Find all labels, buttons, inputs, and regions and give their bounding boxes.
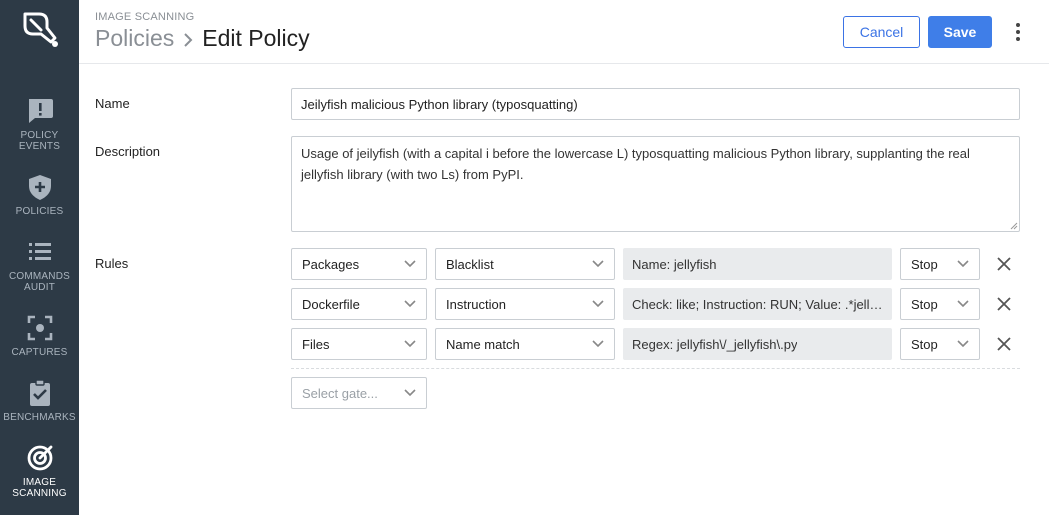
- description-label: Description: [95, 144, 161, 159]
- more-options-icon[interactable]: [1009, 20, 1027, 44]
- rule-action-value: Stop: [911, 256, 938, 272]
- sidebar-item-image-scanning[interactable]: IMAGE SCANNING: [0, 443, 79, 499]
- rule-params[interactable]: Check: like; Instruction: RUN; Value: .*…: [623, 288, 892, 320]
- chevron-down-icon: [957, 260, 969, 268]
- rule-trigger-value: Name match: [446, 336, 520, 352]
- chevron-down-icon: [592, 300, 604, 308]
- list-icon: [28, 243, 51, 260]
- name-label: Name: [95, 96, 130, 111]
- rule-params[interactable]: Name: jellyfish: [623, 248, 892, 280]
- sidebar-item-policies[interactable]: POLICIES: [0, 172, 79, 217]
- section-label: IMAGE SCANNING: [95, 11, 195, 23]
- chevron-down-icon: [957, 340, 969, 348]
- description-field-value: Usage of jeilyfish (with a capital i bef…: [301, 146, 970, 182]
- sidebar-item-captures[interactable]: CAPTURES: [0, 313, 79, 358]
- sidebar-item-label: CAPTURES: [11, 347, 68, 358]
- rule-action-value: Stop: [911, 296, 938, 312]
- sidebar: POLICY EVENTS POLICIES COMMANDS AUDIT CA…: [0, 0, 79, 515]
- chevron-down-icon: [404, 260, 416, 268]
- rule-params-value: Name: jellyfish: [632, 256, 717, 272]
- sidebar-item-label: COMMANDS AUDIT: [8, 271, 71, 293]
- rule-gate-value: Dockerfile: [302, 296, 360, 312]
- page-header: IMAGE SCANNING Policies Edit Policy Cance…: [79, 0, 1049, 64]
- rule-params-value: Check: like; Instruction: RUN; Value: .*…: [632, 296, 883, 312]
- breadcrumb-policies-link[interactable]: Policies: [95, 25, 174, 51]
- sidebar-item-label: IMAGE SCANNING: [12, 477, 67, 499]
- rule-trigger-value: Instruction: [446, 296, 506, 312]
- rule-action-value: Stop: [911, 336, 938, 352]
- rule-gate-select[interactable]: Dockerfile: [291, 288, 427, 320]
- select-gate-dropdown[interactable]: Select gate...: [291, 377, 427, 409]
- page-title: Edit Policy: [202, 25, 310, 51]
- save-button[interactable]: Save: [928, 16, 992, 48]
- rule-gate-select[interactable]: Packages: [291, 248, 427, 280]
- rule-action-select[interactable]: Stop: [900, 328, 980, 360]
- alert-bubble-icon: [28, 99, 53, 123]
- description-field[interactable]: Usage of jeilyfish (with a capital i bef…: [291, 136, 1020, 232]
- rule-trigger-select[interactable]: Name match: [435, 328, 615, 360]
- capture-icon: [27, 315, 52, 341]
- resize-handle-icon[interactable]: [1010, 222, 1018, 230]
- select-gate-placeholder: Select gate...: [302, 385, 378, 401]
- remove-rule-icon[interactable]: [996, 256, 1012, 272]
- rule-gate-value: Packages: [302, 256, 360, 272]
- sidebar-item-label: POLICY EVENTS: [18, 130, 61, 152]
- chevron-down-icon: [404, 340, 416, 348]
- clipboard-check-icon: [29, 379, 50, 406]
- chevron-down-icon: [957, 300, 969, 308]
- sidebar-item-label: POLICIES: [15, 206, 64, 217]
- rule-params[interactable]: Regex: jellyfish\/_jellyfish\.py: [623, 328, 892, 360]
- sidebar-item-benchmarks[interactable]: BENCHMARKS: [0, 378, 79, 423]
- chevron-down-icon: [404, 389, 416, 397]
- rules-label: Rules: [95, 256, 129, 271]
- shield-icon: [28, 175, 51, 200]
- sidebar-item-policy-events[interactable]: POLICY EVENTS: [0, 96, 79, 152]
- sidebar-item-commands-audit[interactable]: COMMANDS AUDIT: [0, 237, 79, 293]
- rule-action-select[interactable]: Stop: [900, 288, 980, 320]
- rule-trigger-select[interactable]: Blacklist: [435, 248, 615, 280]
- name-field[interactable]: Jeilyfish malicious Python library (typo…: [291, 88, 1020, 120]
- remove-rule-icon[interactable]: [996, 296, 1012, 312]
- sidebar-item-label: BENCHMARKS: [3, 412, 76, 423]
- remove-rule-icon[interactable]: [996, 336, 1012, 352]
- rule-params-value: Regex: jellyfish\/_jellyfish\.py: [632, 336, 798, 352]
- rule-trigger-select[interactable]: Instruction: [435, 288, 615, 320]
- rule-action-select[interactable]: Stop: [900, 248, 980, 280]
- scan-icon: [27, 445, 52, 471]
- name-field-value: Jeilyfish malicious Python library (typo…: [301, 96, 578, 112]
- chevron-down-icon: [592, 340, 604, 348]
- chevron-down-icon: [592, 260, 604, 268]
- rules-divider: [291, 368, 1020, 369]
- breadcrumb: Policies Edit Policy: [95, 24, 310, 52]
- rule-trigger-value: Blacklist: [446, 256, 494, 272]
- chevron-right-icon: [184, 33, 193, 47]
- logo-icon[interactable]: [17, 8, 61, 52]
- rule-gate-value: Files: [302, 336, 330, 352]
- chevron-down-icon: [404, 300, 416, 308]
- cancel-button[interactable]: Cancel: [843, 16, 920, 48]
- rule-gate-select[interactable]: Files: [291, 328, 427, 360]
